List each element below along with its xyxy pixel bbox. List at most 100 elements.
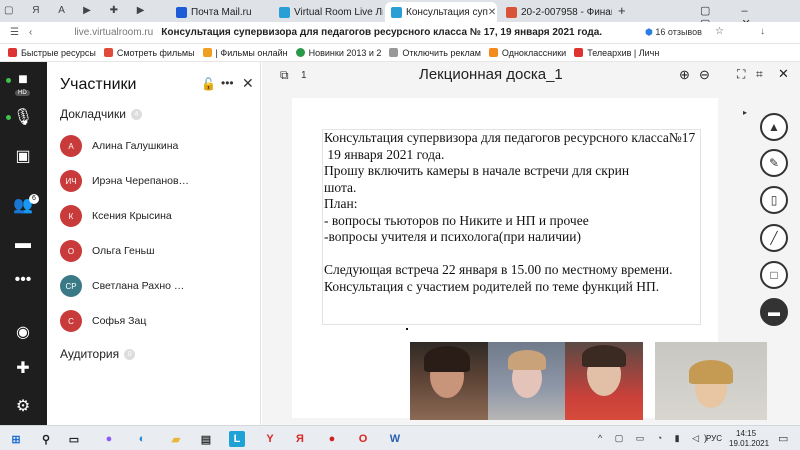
clock-time[interactable]: 14:15 (736, 429, 756, 438)
tab-mail[interactable]: Почта Mail.ru (170, 2, 270, 22)
video-tile[interactable] (655, 342, 767, 420)
brush-tool-icon[interactable]: ✎ (760, 149, 788, 177)
tab-finance[interactable]: 20-2-007958 - Финанс (500, 2, 612, 22)
participant-name: Ольга Геньш (92, 245, 155, 257)
hair (508, 350, 546, 370)
more-tools-icon[interactable]: ▬ (760, 298, 788, 326)
participants-icon[interactable]: ▣ (13, 146, 33, 166)
pointer-tool-icon[interactable]: ▲ (760, 113, 788, 141)
participant-row[interactable]: ИЧ Ирэна Черепанов… (60, 169, 189, 193)
notifications-icon[interactable]: ▭ (778, 432, 788, 445)
participant-name: Алина Галушкина (92, 140, 179, 152)
hair (689, 360, 733, 384)
store-icon[interactable]: ▤ (198, 431, 214, 447)
back-icon[interactable]: ☰ (10, 27, 19, 38)
participant-row[interactable]: К Ксения Крысина (60, 204, 172, 228)
hair (582, 345, 626, 367)
windows-start-icon[interactable]: ⊞ (8, 431, 24, 447)
video-tile[interactable] (565, 342, 643, 420)
task-view-icon[interactable]: ▭ (66, 431, 82, 447)
more-icon[interactable]: ••• (13, 270, 33, 290)
participants-panel: Участники 🔓 ••• ✕ Докладчики 4 А Алина Г… (47, 62, 261, 425)
video-tile[interactable] (410, 342, 488, 420)
marker-tool-icon[interactable]: ▯ (760, 186, 788, 214)
participant-row[interactable]: С Софья Зац (60, 309, 146, 333)
participant-name: Ксения Крысина (92, 210, 172, 222)
address-bar: ☰ ‹ live.virtualroom.ru Консультация суп… (0, 22, 800, 44)
board-title: Лекционная доска_1 (419, 66, 563, 83)
edge-icon[interactable]: ◐ (134, 431, 150, 447)
more-icon[interactable]: ••• (221, 76, 234, 90)
bookmark-item[interactable]: Смотреть фильмы (103, 48, 195, 58)
folder-icon[interactable]: ▰ (168, 431, 184, 447)
avatar: К (60, 205, 82, 227)
word-icon[interactable]: W (387, 431, 403, 447)
conference-toolbar: ■ HD 🎙 ▣ 👥 6 ▬ ••• ◉ ✚ ⚙ (0, 62, 47, 425)
bookmark-item[interactable]: Новинки 2013 и 2 (295, 48, 381, 58)
bookmark-item[interactable]: | Фильмы онлайн (202, 48, 288, 58)
zoom-in-icon[interactable]: ⊕ (679, 67, 690, 83)
bookmark-icon[interactable]: ☆ (715, 26, 724, 37)
hd-badge: HD (15, 90, 30, 96)
virtualroom-app-icon[interactable]: L (229, 431, 245, 447)
chat-icon[interactable]: ▬ (13, 234, 33, 254)
avatar: С (60, 310, 82, 332)
collapse-tools-icon[interactable]: ▸ (743, 108, 747, 117)
video-icon (103, 48, 113, 57)
download-icon[interactable]: ↓ (760, 26, 765, 37)
participant-row[interactable]: СР Светлана Рахно … (60, 274, 184, 298)
yandex-browser-icon[interactable]: Я (292, 431, 308, 447)
bookmark-item[interactable]: Телеархив | Личн (574, 48, 659, 58)
odnoklassniki-icon (488, 48, 498, 57)
pages-icon[interactable]: ⧉ (280, 68, 289, 83)
language-indicator[interactable]: РУС (706, 434, 722, 443)
avatar: А (60, 135, 82, 157)
tab-consultation[interactable]: Консультация суп ✕ (385, 2, 497, 22)
speakers-header: Докладчики 4 (60, 107, 142, 121)
reviews-badge[interactable]: ⬢ 16 отзывов (645, 27, 702, 38)
cortana-icon[interactable]: ● (101, 431, 117, 447)
whiteboard-text[interactable]: Консультация супервизора для педагогов р… (322, 129, 701, 325)
tray-icons[interactable]: ^ ▢ ▭ ◔ ▮ ◁) (598, 433, 712, 444)
speakers-count: 4 (130, 108, 142, 120)
crop-icon[interactable]: ⌗ (756, 67, 763, 82)
bookmark-item[interactable]: Быстрые ресурсы (8, 48, 96, 58)
close-icon[interactable]: ✕ (488, 7, 496, 18)
zoom-out-icon[interactable]: ⊖ (699, 67, 710, 83)
camera-icon[interactable]: ■ (13, 70, 33, 90)
settings-icon[interactable]: ⚙ (13, 396, 33, 416)
record-app-icon[interactable]: ● (324, 431, 340, 447)
virtualroom-icon (391, 6, 402, 18)
url-field[interactable]: live.virtualroom.ru (74, 27, 153, 38)
tab-virtualroom[interactable]: Virtual Room Live Личн (273, 2, 383, 22)
browser-nav-icons: ▢ Я A ▶ ✚ ▶ (4, 5, 153, 16)
rectangle-tool-icon[interactable]: □ (760, 261, 788, 289)
participant-row[interactable]: А Алина Галушкина (60, 134, 178, 158)
line-tool-icon[interactable]: ╱ (760, 224, 788, 252)
browser-tab-bar: ▢ Я A ▶ ✚ ▶ Почта Mail.ru Virtual Room L… (0, 0, 800, 30)
audience-count: 0 (124, 348, 136, 360)
avatar: СР (60, 275, 82, 297)
participant-row[interactable]: О Ольга Геньш (60, 239, 155, 263)
opera-icon[interactable]: O (355, 431, 371, 447)
bookmark-item[interactable]: Отключить реклам (389, 48, 481, 58)
tv-icon (574, 48, 584, 57)
invite-icon[interactable]: ✚ (13, 358, 33, 378)
star-icon: ⬢ (645, 27, 653, 37)
close-icon[interactable]: ✕ (778, 66, 789, 82)
close-icon[interactable]: ✕ (242, 75, 254, 92)
yandex-icon[interactable]: Y (262, 431, 278, 447)
new-tab-icon[interactable]: + (618, 3, 626, 18)
fit-icon[interactable]: ⛶ (737, 67, 745, 82)
lock-icon[interactable]: 🔓 (201, 77, 216, 91)
bookmark-icon (8, 48, 17, 57)
clock-date[interactable]: 19.01.2021 (729, 439, 769, 448)
mic-icon[interactable]: 🎙 (13, 107, 33, 127)
search-icon[interactable]: ⚲ (38, 431, 54, 447)
virtualroom-icon (279, 6, 290, 18)
back-arrow-icon[interactable]: ‹ (29, 27, 32, 38)
bookmark-item[interactable]: Одноклассники (488, 48, 566, 58)
record-icon[interactable]: ◉ (13, 322, 33, 342)
video-tile[interactable] (488, 342, 565, 420)
page-title: Консультация супервизора для педагогов р… (161, 27, 603, 38)
